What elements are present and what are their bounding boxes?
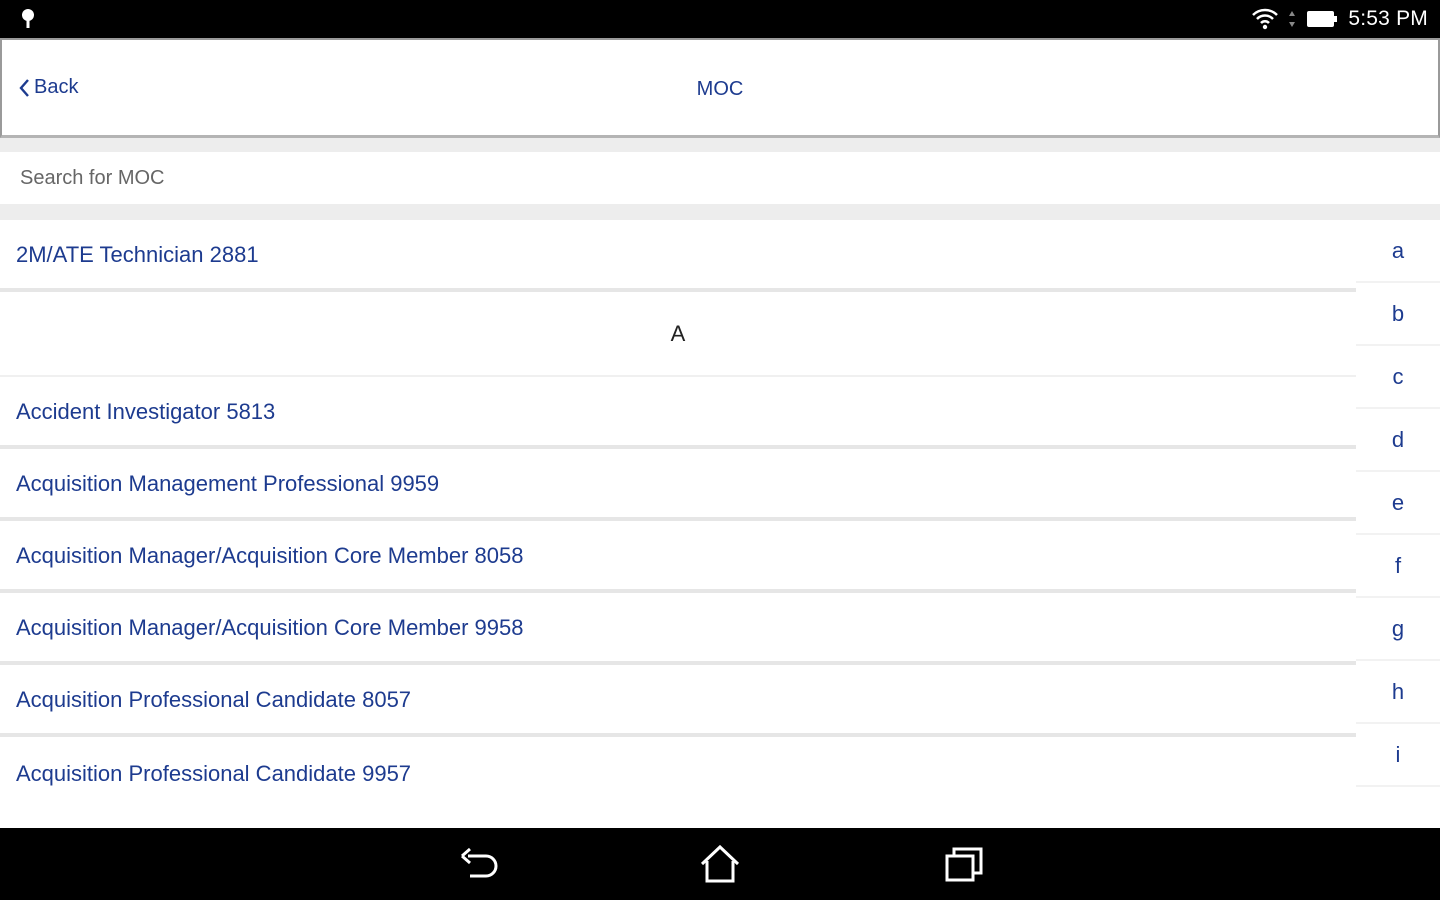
moc-list: 2M/ATE Technician 2881 A Accident Invest… <box>0 220 1356 809</box>
back-nav-icon[interactable] <box>456 844 500 884</box>
status-time: 5:53 PM <box>1348 7 1428 30</box>
index-letter-i[interactable]: i <box>1356 724 1440 787</box>
location-icon <box>22 9 34 28</box>
index-letter-a[interactable]: a <box>1356 220 1440 283</box>
list-item[interactable]: 2M/ATE Technician 2881 <box>0 220 1356 292</box>
list-item[interactable]: Acquisition Professional Candidate 9957 <box>0 737 1356 809</box>
list-item[interactable]: Accident Investigator 5813 <box>0 377 1356 449</box>
home-icon[interactable] <box>698 844 742 884</box>
index-letter-g[interactable]: g <box>1356 598 1440 661</box>
index-letter-f[interactable]: f <box>1356 535 1440 598</box>
index-letter-h[interactable]: h <box>1356 661 1440 724</box>
list-item[interactable]: Acquisition Manager/Acquisition Core Mem… <box>0 593 1356 665</box>
recents-icon[interactable] <box>942 844 986 884</box>
status-right: 5:53 PM <box>1252 0 1428 38</box>
battery-icon <box>1307 11 1338 27</box>
list-item[interactable]: Acquisition Manager/Acquisition Core Mem… <box>0 521 1356 593</box>
index-letter-b[interactable]: b <box>1356 283 1440 346</box>
list-item[interactable]: Acquisition Management Professional 9959 <box>0 449 1356 521</box>
list-item[interactable]: Acquisition Professional Candidate 8057 <box>0 665 1356 737</box>
index-letter-d[interactable]: d <box>1356 409 1440 472</box>
wifi-icon <box>1252 8 1279 30</box>
navigation-bar <box>0 828 1440 900</box>
index-letter-e[interactable]: e <box>1356 472 1440 535</box>
section-header-a: A <box>0 292 1356 377</box>
alphabet-index: a b c d e f g h i <box>1356 220 1440 787</box>
index-letter-c[interactable]: c <box>1356 346 1440 409</box>
app-header: Back MOC <box>0 38 1440 138</box>
search-input[interactable] <box>0 152 1440 204</box>
page-title: MOC <box>696 78 744 100</box>
search-area <box>0 138 1440 220</box>
signal-arrows-icon <box>1289 11 1296 27</box>
status-bar: 5:53 PM <box>0 0 1440 38</box>
